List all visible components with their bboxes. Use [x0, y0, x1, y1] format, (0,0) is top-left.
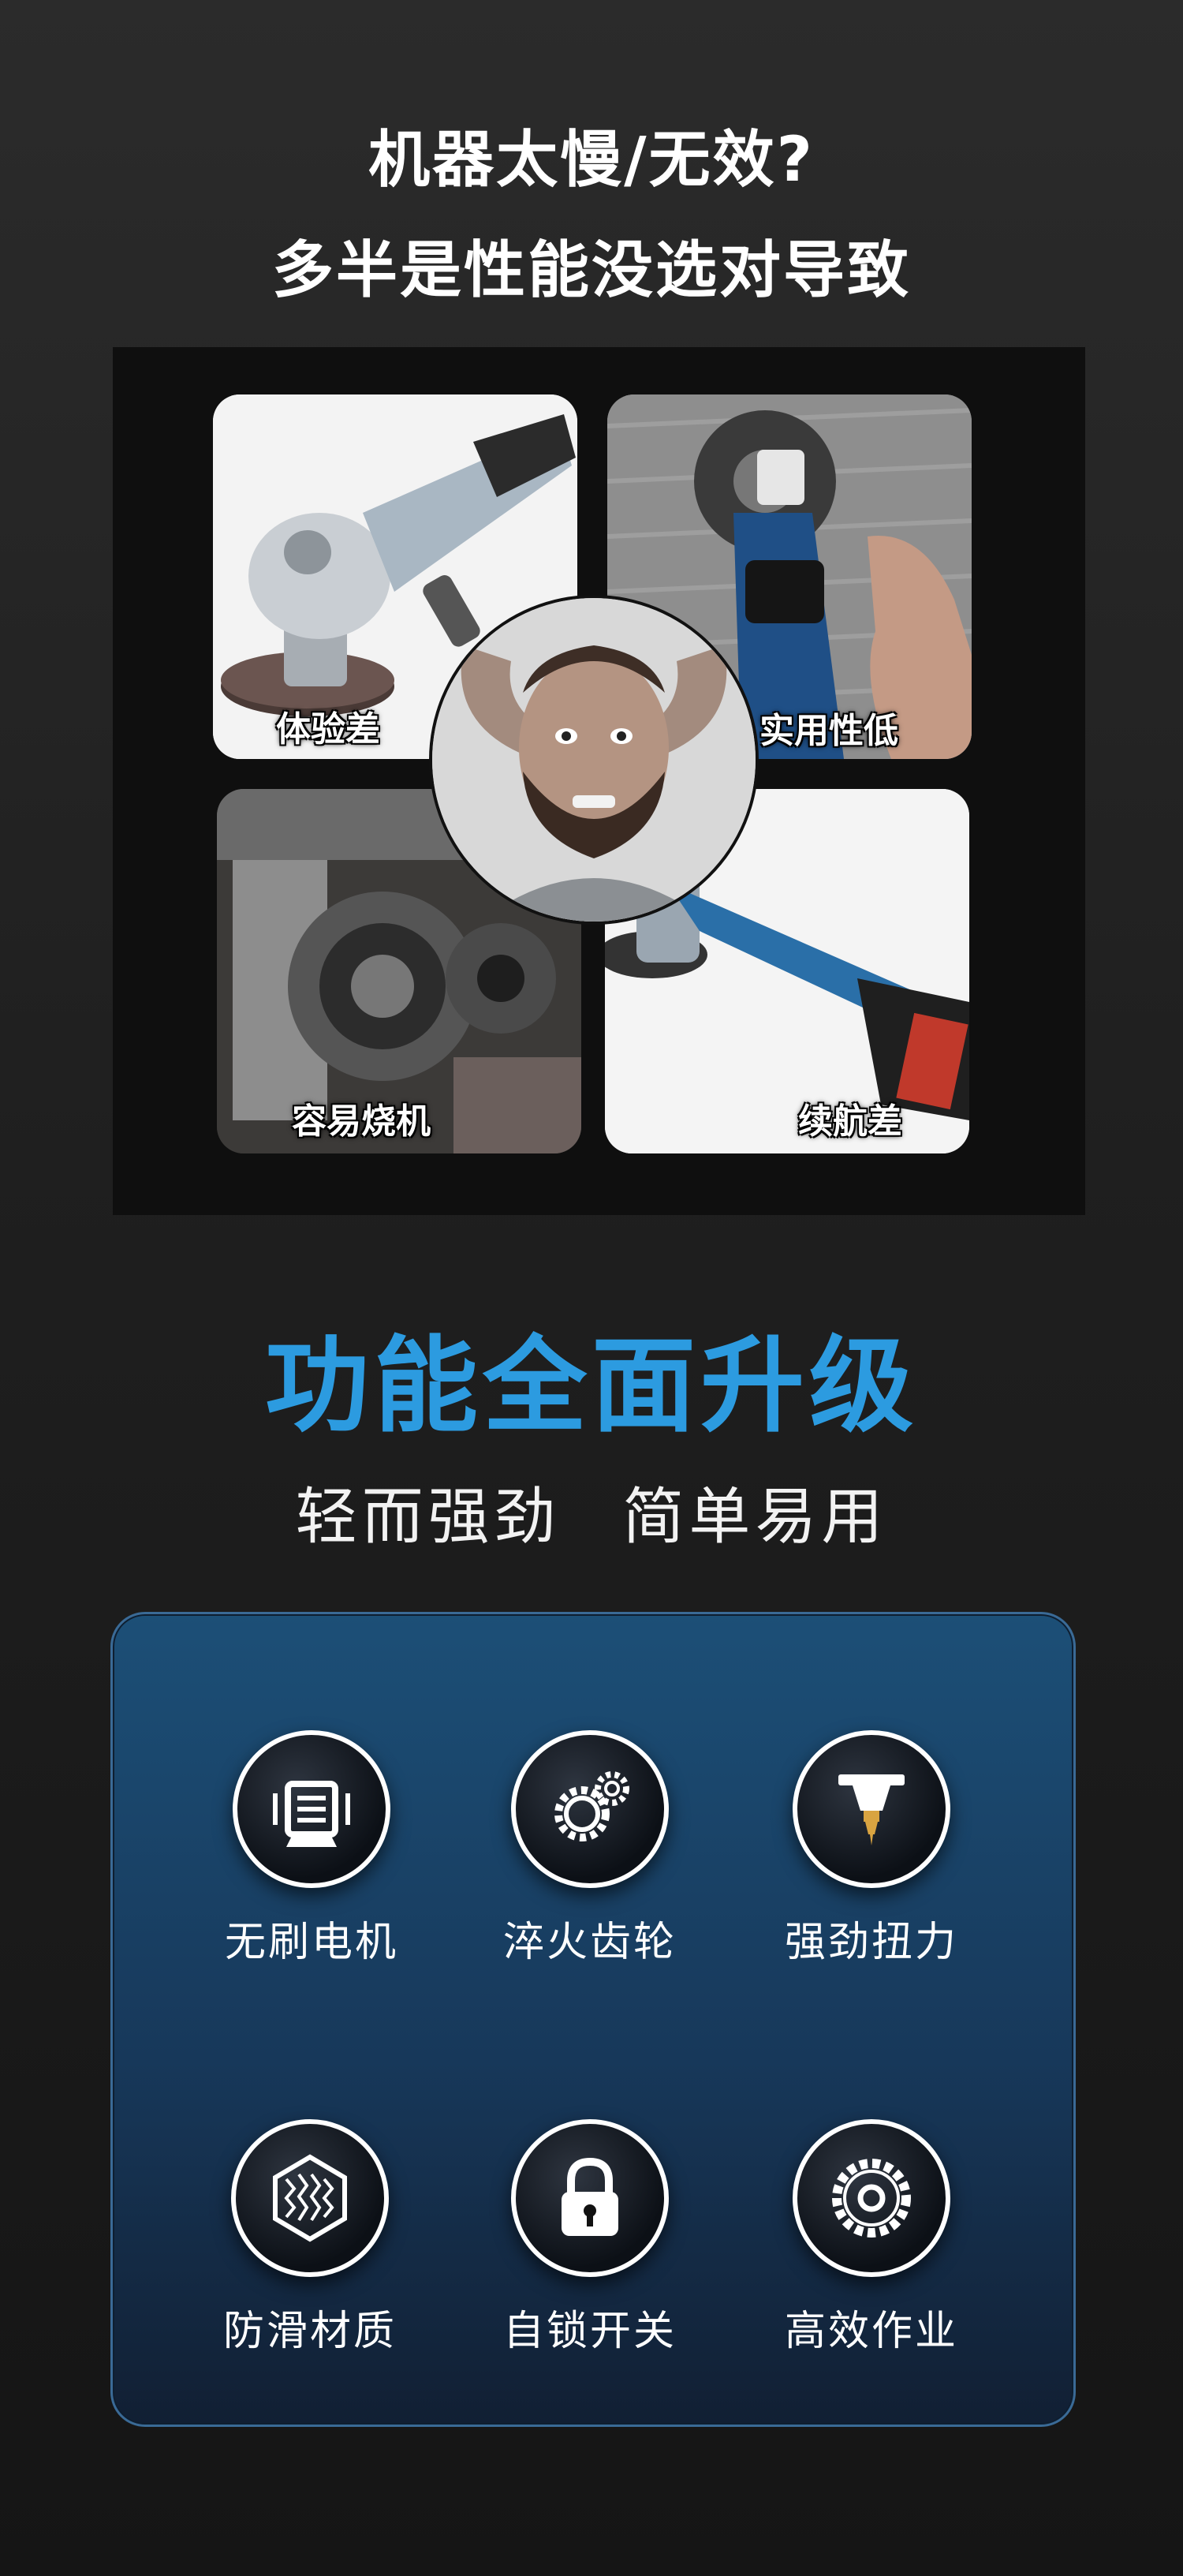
problem-label-poor-experience: 体验差 — [276, 709, 380, 750]
feature-hardened-gears: 淬火齿轮 — [472, 1730, 708, 1968]
gears-icon — [554, 1771, 629, 1841]
saw-blade-icon — [832, 2159, 911, 2238]
problem-label-poor-battery: 续航差 — [798, 1101, 902, 1142]
feature-label: 高效作业 — [784, 2308, 958, 2355]
headline-line-1: 机器太慢/无效? — [368, 125, 815, 196]
features-panel: 无刷电机 淬火齿轮 强劲扭力 防滑材质 自锁开关 高效作业 — [110, 1612, 1076, 2427]
drill-torque-icon — [838, 1774, 905, 1845]
feature-efficient-operation: 高效作业 — [753, 2119, 990, 2357]
headline-line-2: 多半是性能没选对导致 — [271, 235, 911, 306]
upgrade-subtitle: 轻而强劲 简单易用 — [0, 1467, 1183, 1556]
feature-label: 淬火齿轮 — [502, 1919, 677, 1966]
subtitle-light-powerful: 轻而强劲 — [295, 1482, 561, 1553]
problem-label-burns-out: 容易烧机 — [292, 1101, 431, 1142]
feature-self-lock-switch: 自锁开关 — [472, 2119, 708, 2357]
brushless-motor-icon — [273, 1781, 350, 1847]
feature-label: 防滑材质 — [222, 2308, 397, 2355]
feature-anti-slip: 防滑材质 — [192, 2119, 428, 2357]
feature-label: 自锁开关 — [502, 2308, 677, 2355]
problem-panel: 体验差 实用性低 容易烧机 续航差 — [113, 347, 1085, 1215]
subtitle-easy-to-use: 简单易用 — [622, 1482, 888, 1553]
feature-strong-torque: 强劲扭力 — [753, 1730, 990, 1968]
upgrade-title: 功能全面升级 — [265, 1325, 918, 1447]
padlock-icon — [562, 2157, 618, 2236]
feature-brushless-motor: 无刷电机 — [193, 1730, 430, 1968]
stressed-man-image — [432, 598, 756, 922]
feature-label: 强劲扭力 — [784, 1919, 958, 1966]
feature-label: 无刷电机 — [224, 1919, 398, 1966]
anti-slip-texture-icon — [273, 2154, 347, 2242]
problem-label-low-practicality: 实用性低 — [759, 711, 898, 751]
